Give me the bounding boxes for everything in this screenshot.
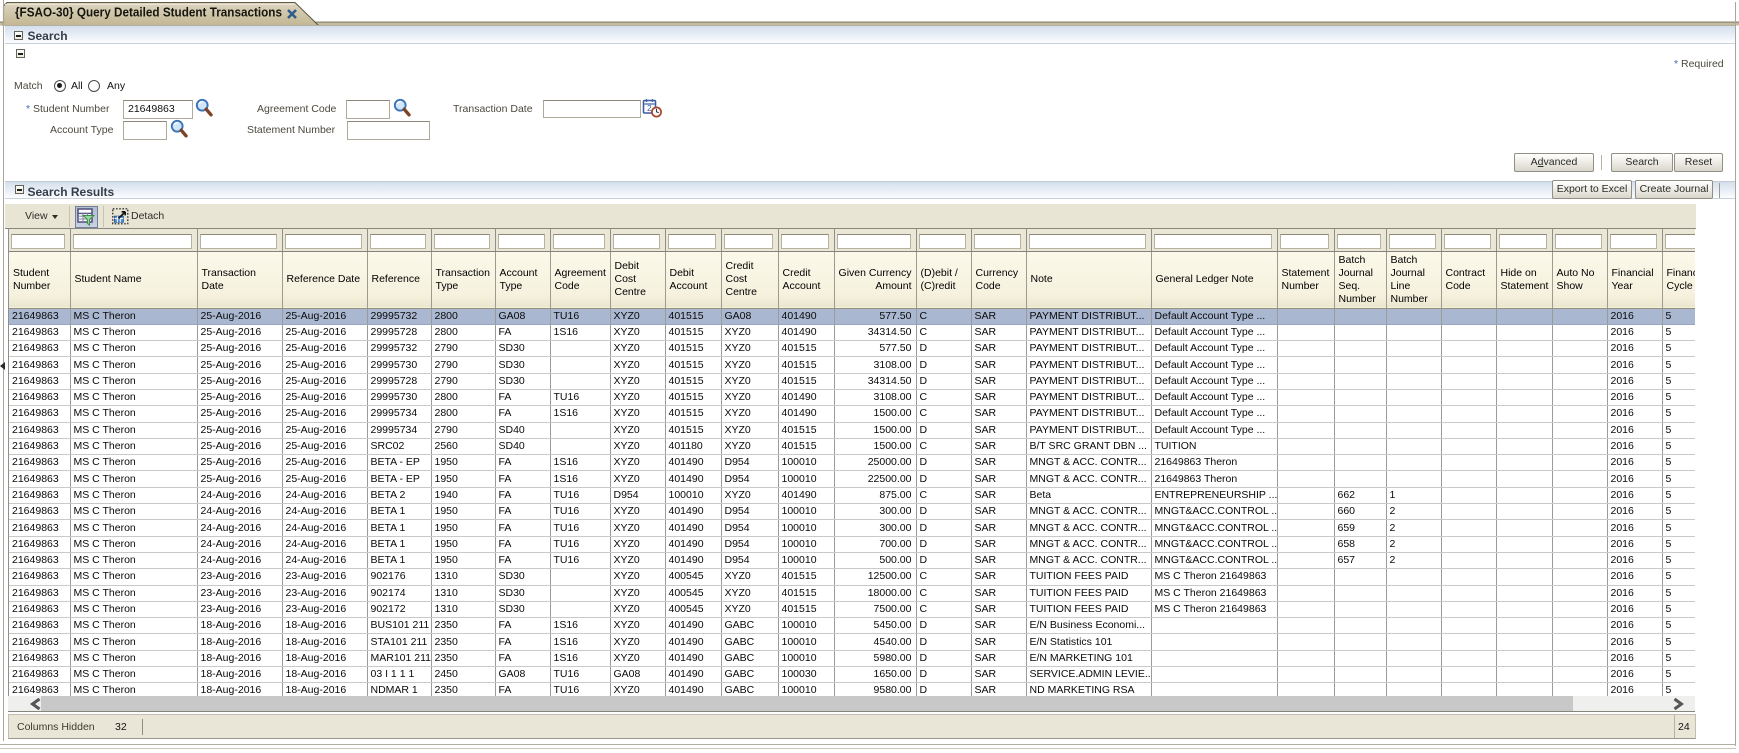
- svg-text:{FSAO-30} Query Detailed Stude: {FSAO-30} Query Detailed Student Transac…: [15, 5, 282, 20]
